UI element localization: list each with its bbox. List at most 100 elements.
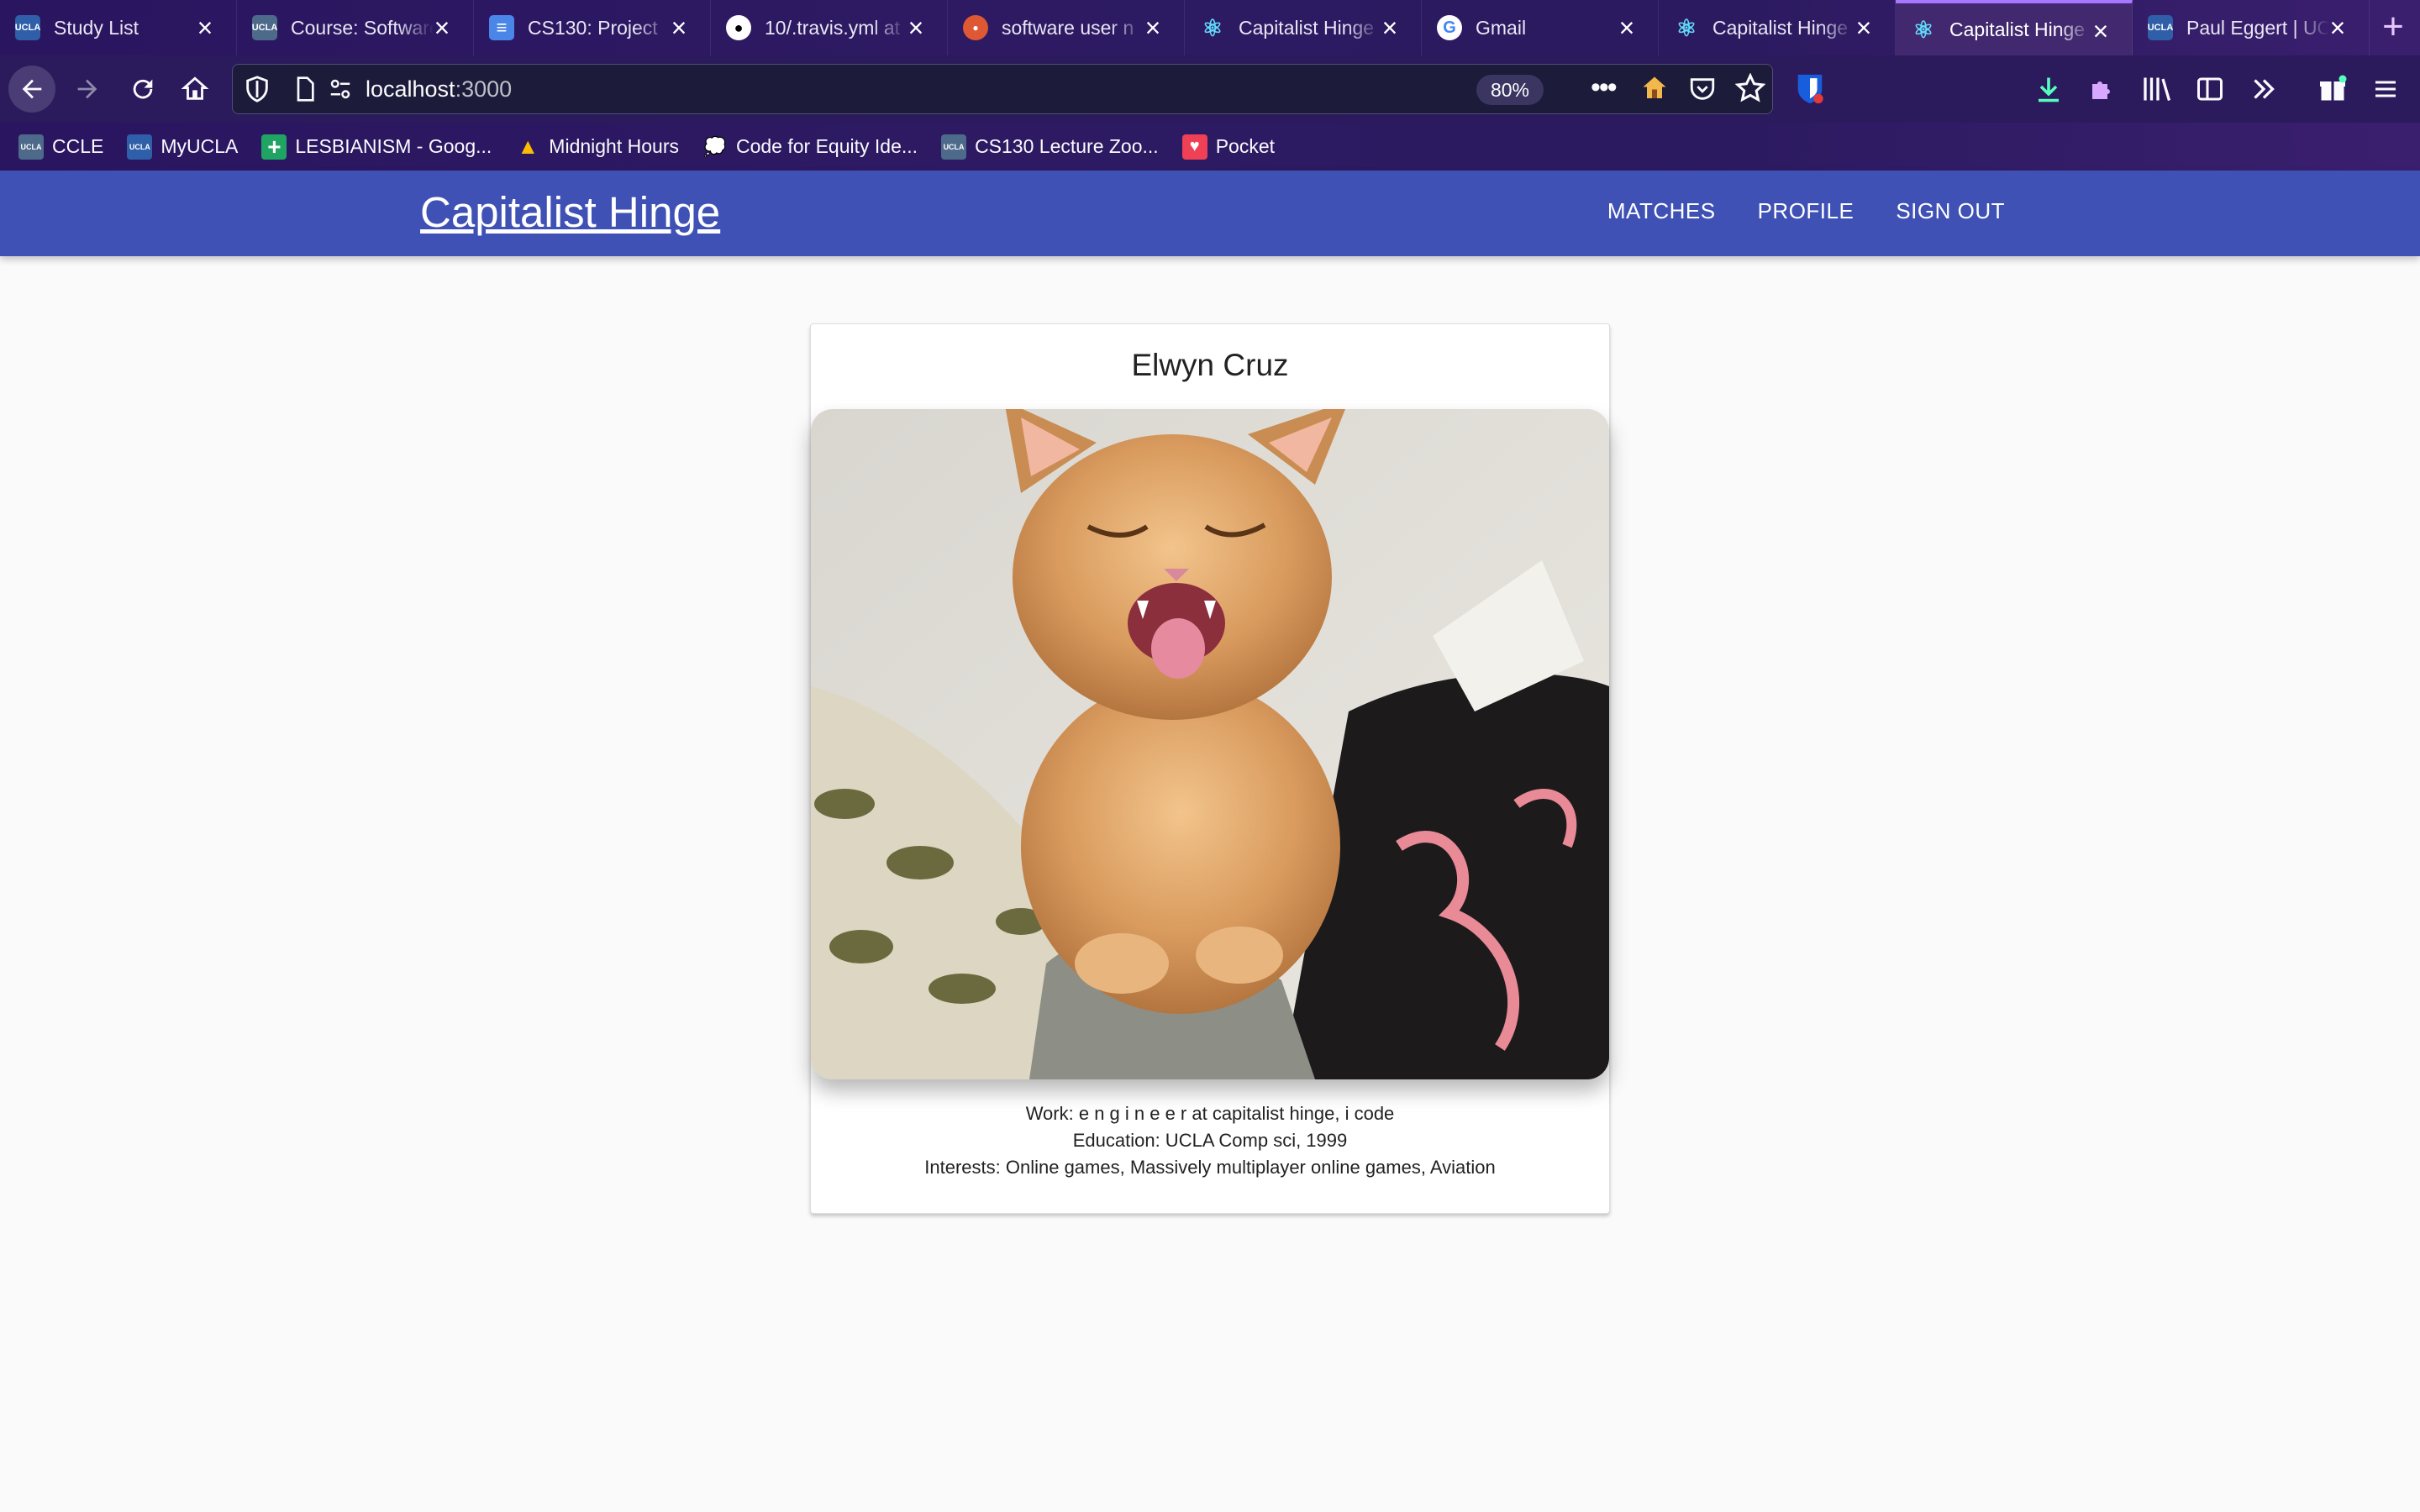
library-icon[interactable]: [2141, 74, 2175, 108]
tab-title: Paul Eggert | UC: [2186, 16, 2329, 39]
bookmark-item[interactable]: UCLA MyUCLA: [127, 134, 238, 160]
close-tab-icon[interactable]: ×: [192, 14, 218, 41]
close-tab-icon[interactable]: ×: [2325, 14, 2350, 41]
back-arrow-icon: [22, 79, 42, 99]
pocket-icon: ♥: [1181, 134, 1207, 160]
tab-title: Course: Software: [291, 16, 434, 39]
overflow-chevron-icon[interactable]: [2249, 74, 2279, 108]
profile-work: Work: e n g i n e e r at capitalist hing…: [1025, 1103, 1395, 1124]
bookmark-item[interactable]: 💭 Code for Equity Ide...: [702, 134, 918, 160]
close-tab-icon[interactable]: ×: [1377, 14, 1402, 41]
close-tab-icon[interactable]: ×: [1140, 14, 1165, 41]
url-bar[interactable]: localhost:3000 80% •••: [232, 64, 1773, 114]
navigation-toolbar: localhost:3000 80% •••: [0, 55, 2420, 123]
pocket-save-icon[interactable]: [1688, 75, 1717, 108]
close-tab-icon[interactable]: ×: [903, 14, 929, 41]
tab-title: Gmail: [1476, 16, 1527, 39]
close-tab-icon[interactable]: ×: [666, 14, 692, 41]
close-tab-icon[interactable]: ×: [2088, 18, 2113, 45]
reload-icon: [133, 79, 153, 99]
tab-title: CS130: Project: [528, 16, 658, 39]
ucla-icon: UCLA: [252, 15, 277, 40]
tab-strip: UCLA Study List × UCLA Course: Software × ≡ CS1…: [0, 0, 2420, 55]
bitwarden-extension-icon[interactable]: [1795, 72, 1825, 106]
github-icon: ●: [726, 15, 751, 40]
browser-tab[interactable]: ● 10/.travis.yml at ×: [711, 0, 948, 55]
browser-tab[interactable]: ⚛ Capitalist Hinge ×: [1896, 0, 2133, 55]
tab-title: Capitalist Hinge: [1239, 16, 1375, 39]
tab-title: software user n: [1002, 16, 1134, 39]
browser-chrome: UCLA Study List × UCLA Course: Software × ≡ CS1…: [0, 0, 2420, 171]
browser-tab[interactable]: ≡ CS130: Project ×: [474, 0, 711, 55]
browser-tab[interactable]: UCLA Course: Software ×: [237, 0, 474, 55]
home-extension-icon[interactable]: [1639, 73, 1670, 103]
tab-title: Capitalist Hinge: [1712, 16, 1849, 39]
google-docs-icon: ≡: [489, 15, 514, 40]
react-icon: ⚛: [1676, 14, 1697, 41]
home-icon: [181, 76, 209, 100]
whats-new-gift-icon[interactable]: [2317, 74, 2348, 108]
extensions-puzzle-icon[interactable]: [2087, 74, 2118, 108]
shield-icon: [246, 76, 268, 102]
forward-arrow-icon: [77, 79, 97, 99]
profile-name: Elwyn Cruz: [1131, 348, 1289, 382]
reload-button[interactable]: [119, 66, 166, 113]
close-tab-icon[interactable]: ×: [1614, 14, 1639, 41]
nav-sign-out-button[interactable]: SIGN OUT: [1896, 198, 2005, 224]
ucla-icon: UCLA: [18, 134, 44, 160]
home-button[interactable]: [171, 66, 218, 113]
profile-photo: [811, 409, 1609, 1079]
tab-title: Study List: [54, 16, 139, 39]
nav-matches-button[interactable]: MATCHES: [1607, 198, 1716, 224]
ucla-icon: UCLA: [15, 15, 40, 40]
bookmark-label: Pocket: [1215, 135, 1276, 157]
browser-tab[interactable]: ⚛ Capitalist Hinge ×: [1185, 0, 1422, 55]
close-tab-icon[interactable]: ×: [429, 14, 455, 41]
bookmark-item[interactable]: UCLA CCLE: [18, 134, 103, 160]
speech-bubble-icon: 💭: [703, 135, 727, 157]
browser-tab[interactable]: ● software user n ×: [948, 0, 1185, 55]
profile-card: Elwyn Cruz Work: e n g i n e e r at capi…: [810, 323, 1610, 1214]
duckduckgo-icon: ●: [963, 15, 988, 40]
bookmark-label: MyUCLA: [160, 135, 239, 157]
browser-tab[interactable]: ⚛ Capitalist Hinge ×: [1659, 0, 1896, 55]
ucla-icon: UCLA: [941, 134, 967, 160]
url-text[interactable]: localhost:3000: [366, 76, 512, 102]
forward-button[interactable]: [64, 66, 111, 113]
app-header: Capitalist Hinge MATCHES PROFILE SIGN OU…: [0, 171, 2420, 256]
bookmark-item[interactable]: ▲ Midnight Hours: [515, 134, 679, 160]
close-tab-icon[interactable]: ×: [1851, 14, 1876, 41]
new-tab-button[interactable]: +: [2375, 8, 2412, 47]
bookmark-label: Code for Equity Ide...: [735, 135, 918, 157]
app-menu-icon[interactable]: [2371, 76, 2400, 107]
browser-tab[interactable]: UCLA Paul Eggert | UC ×: [2133, 0, 2370, 55]
ucla-icon: UCLA: [127, 134, 153, 160]
nav-profile-button[interactable]: PROFILE: [1758, 198, 1854, 224]
brand-link[interactable]: Capitalist Hinge: [420, 187, 720, 237]
bookmark-star-icon[interactable]: [1734, 72, 1766, 108]
browser-tab[interactable]: G Gmail ×: [1422, 0, 1659, 55]
permissions-icon: [330, 79, 350, 99]
zoom-level-badge[interactable]: 80%: [1476, 75, 1544, 105]
bookmark-item[interactable]: + LESBIANISM - Goog...: [261, 134, 492, 160]
sidebar-icon[interactable]: [2195, 74, 2225, 108]
download-icon[interactable]: [2033, 74, 2064, 108]
back-button[interactable]: [8, 66, 55, 113]
ucla-icon: UCLA: [2148, 15, 2173, 40]
react-icon: ⚛: [1202, 14, 1223, 41]
bookmarks-toolbar: UCLA CCLE UCLA MyUCLA + LESBIANISM - Goog... ▲…: [0, 123, 2420, 171]
browser-tab[interactable]: UCLA Study List ×: [0, 0, 237, 55]
more-actions-icon[interactable]: •••: [1591, 71, 1618, 104]
bookmark-item[interactable]: UCLA CS130 Lecture Zoo...: [941, 134, 1159, 160]
tab-title: Capitalist Hinge: [1949, 18, 2086, 40]
google-sheets-icon: +: [261, 134, 287, 160]
bookmark-label: LESBIANISM - Goog...: [295, 135, 492, 157]
bookmark-item[interactable]: ♥ Pocket: [1181, 134, 1276, 160]
tab-title: 10/.travis.yml at: [765, 16, 901, 39]
page-icon: [297, 76, 314, 102]
profile-interests: Interests: Online games, Massively multi…: [924, 1157, 1496, 1178]
bookmark-label: CCLE: [52, 135, 104, 157]
bookmark-label: Midnight Hours: [549, 135, 679, 157]
profile-education: Education: UCLA Comp sci, 1999: [1072, 1130, 1348, 1151]
app-nav: MATCHES PROFILE SIGN OUT: [1565, 198, 2005, 224]
